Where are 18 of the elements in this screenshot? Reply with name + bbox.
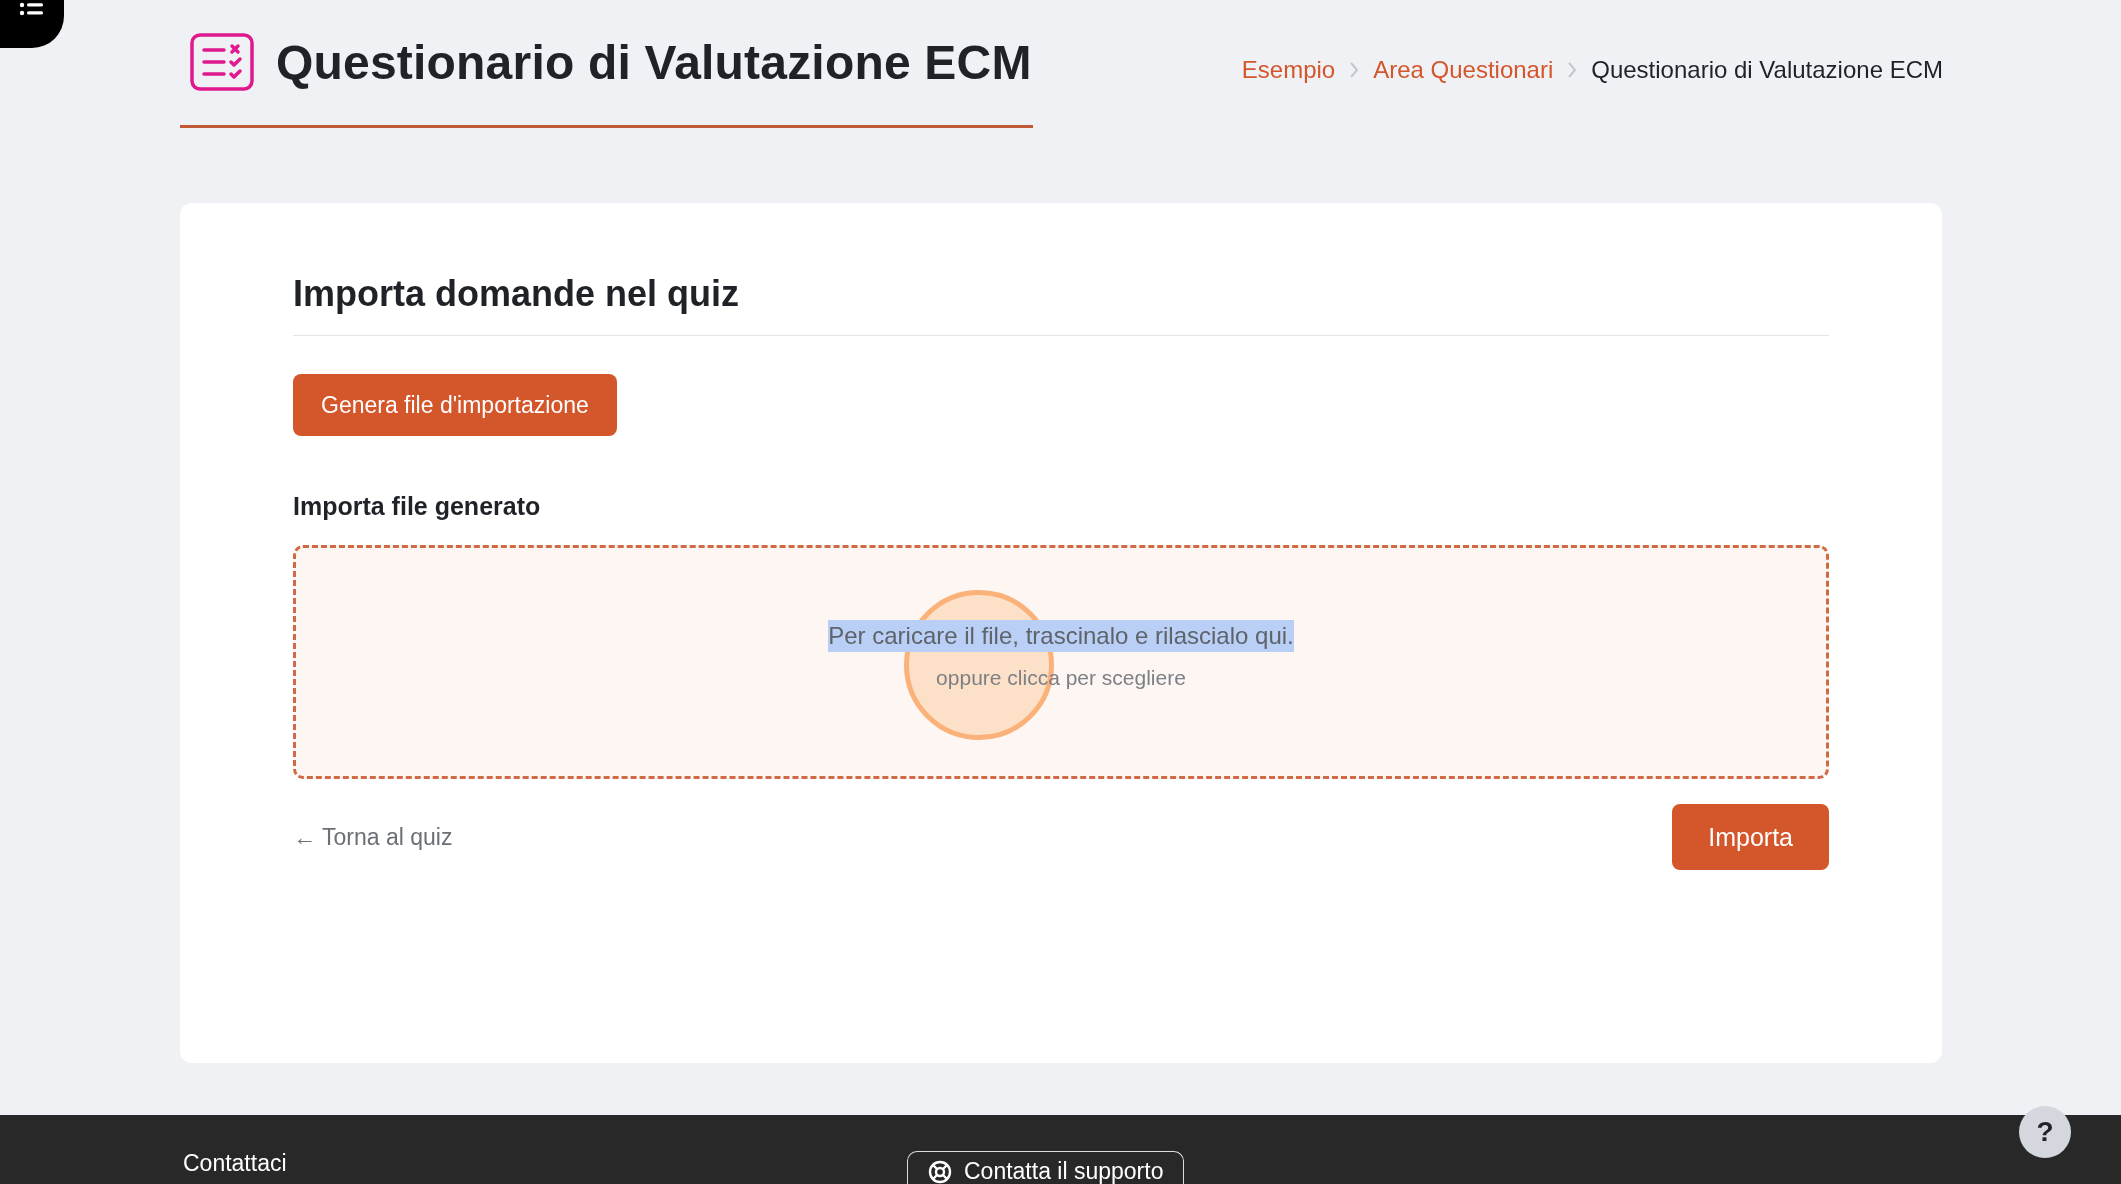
checklist-icon [190, 33, 254, 91]
page-title: Questionario di Valutazione ECM [276, 34, 1032, 90]
chevron-right-icon [1567, 61, 1578, 79]
support-button[interactable]: Contatta il supporto [907, 1151, 1185, 1184]
section-heading: Importa domande nel quiz [293, 273, 1829, 336]
import-button[interactable]: Importa [1672, 804, 1829, 870]
chevron-right-icon [1349, 61, 1360, 79]
lifebuoy-icon [928, 1159, 952, 1184]
menu-list-icon[interactable] [19, 2, 45, 18]
upload-label: Importa file generato [293, 492, 542, 521]
help-button[interactable]: ? [2019, 1106, 2071, 1158]
back-link[interactable]: ← Torna al quiz [293, 823, 453, 851]
footer-heading: Contattaci [183, 1149, 288, 1177]
breadcrumb-link[interactable]: Esempio [1241, 56, 1336, 84]
breadcrumb-link[interactable]: Area Questionari [1373, 56, 1554, 84]
breadcrumb-current: Questionario di Valutazione ECM [1591, 56, 1943, 84]
generate-file-button[interactable]: Genera file d'importazione [293, 374, 617, 436]
dropzone-instruction: Per caricare il file, trascinalo e rilascialo qui. [828, 620, 1294, 652]
